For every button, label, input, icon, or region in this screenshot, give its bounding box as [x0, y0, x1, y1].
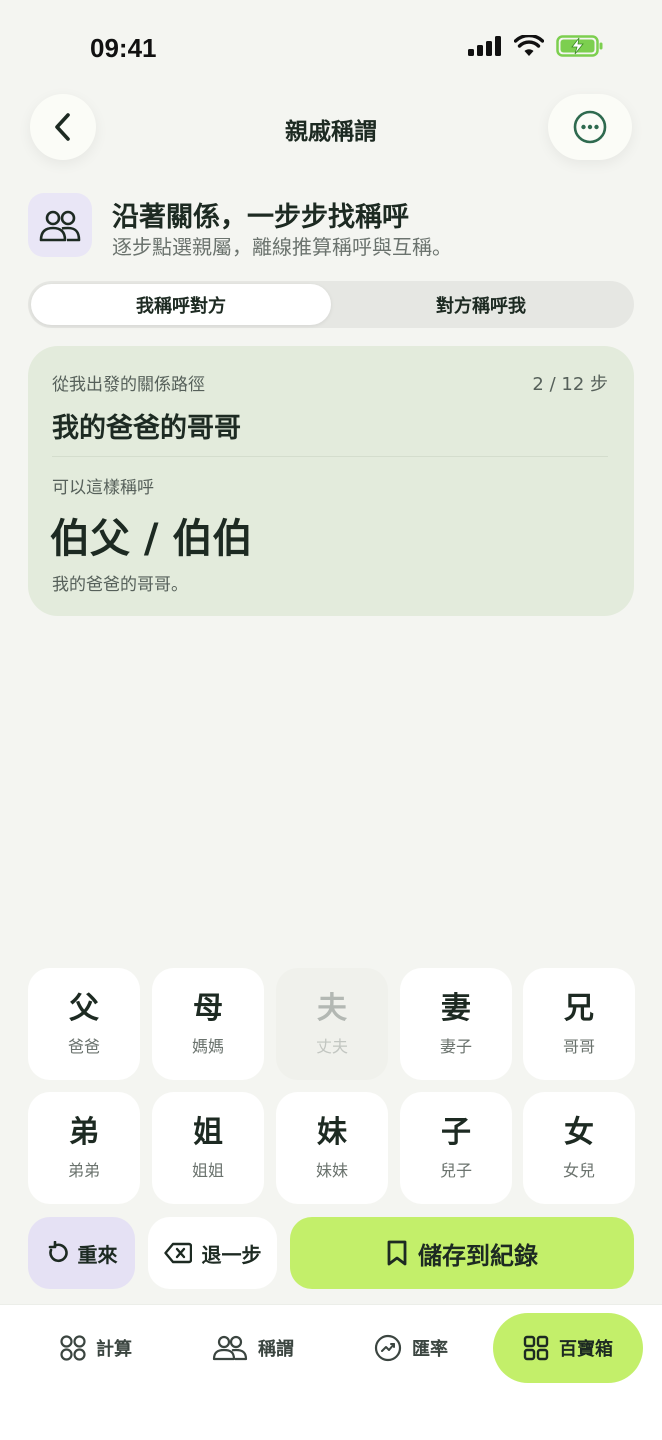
key-label: 爸爸 — [67, 1036, 100, 1056]
key-husband[interactable]: 夫 丈夫 — [276, 968, 388, 1080]
restart-icon — [48, 1241, 68, 1263]
relation-path: 我的爸爸的哥哥 — [52, 413, 241, 444]
grid-squares-icon — [523, 1335, 549, 1361]
segment-they-call-me[interactable]: 對方稱呼我 — [331, 284, 631, 325]
key-char: 姐 — [193, 1114, 223, 1150]
answer-note: 我的爸爸的哥哥。 — [52, 575, 188, 595]
key-younger-brother[interactable]: 弟 弟弟 — [28, 1092, 140, 1204]
status-time: 09:41 — [90, 33, 157, 63]
reset-button[interactable]: 重來 — [28, 1217, 135, 1289]
key-char: 兄 — [564, 990, 594, 1026]
tab-label: 匯率 — [412, 1339, 448, 1360]
key-label: 弟弟 — [67, 1160, 100, 1180]
intro-icon-box — [28, 193, 92, 257]
key-label: 姐姐 — [191, 1160, 224, 1180]
key-char: 弟 — [69, 1114, 99, 1150]
more-button[interactable] — [548, 94, 632, 160]
key-label: 媽媽 — [191, 1036, 224, 1056]
save-label: 儲存到紀錄 — [418, 1241, 538, 1270]
key-label: 丈夫 — [315, 1036, 348, 1056]
tab-kinship[interactable]: 稱謂 — [212, 1313, 294, 1383]
key-wife[interactable]: 妻 妻子 — [400, 968, 512, 1080]
key-label: 兒子 — [439, 1160, 472, 1180]
card-divider — [52, 456, 608, 457]
key-char: 夫 — [317, 990, 347, 1026]
people-icon — [212, 1335, 248, 1361]
path-label: 從我出發的關係路徑 — [52, 375, 205, 395]
save-to-history-button[interactable]: 儲存到紀錄 — [290, 1217, 634, 1289]
backspace-icon — [163, 1242, 192, 1264]
key-younger-sister[interactable]: 妹 妹妹 — [276, 1092, 388, 1204]
tab-label: 百寶箱 — [559, 1339, 613, 1360]
key-char: 父 — [69, 990, 99, 1026]
key-label: 女兒 — [562, 1160, 595, 1180]
tab-toolbox[interactable]: 百寶箱 — [493, 1313, 643, 1383]
segment-i-call-them[interactable]: 我稱呼對方 — [31, 284, 331, 325]
key-char: 子 — [441, 1114, 471, 1150]
currency-icon — [374, 1334, 402, 1362]
tab-exchange-rate[interactable]: 匯率 — [374, 1313, 448, 1383]
more-icon — [573, 110, 607, 144]
tab-calculate[interactable]: 計算 — [60, 1313, 132, 1383]
bookmark-icon — [387, 1240, 407, 1266]
key-char: 妻 — [441, 990, 471, 1026]
key-father[interactable]: 父 爸爸 — [28, 968, 140, 1080]
key-char: 妹 — [317, 1114, 347, 1150]
kinship-answer: 伯父 / 伯伯 — [50, 516, 253, 562]
wifi-icon — [514, 35, 544, 56]
people-icon — [39, 210, 81, 242]
key-elder-brother[interactable]: 兄 哥哥 — [523, 968, 635, 1080]
key-daughter[interactable]: 女 女兒 — [523, 1092, 635, 1204]
key-char: 女 — [564, 1114, 594, 1150]
key-label: 哥哥 — [562, 1036, 595, 1056]
key-label: 妻子 — [439, 1036, 472, 1056]
undo-label: 退一步 — [201, 1242, 262, 1267]
direction-segmented-control: 我稱呼對方 對方稱呼我 — [28, 281, 634, 328]
key-son[interactable]: 子 兒子 — [400, 1092, 512, 1204]
result-card: 從我出發的關係路徑 2 / 12 步 我的爸爸的哥哥 可以這樣稱呼 伯父 / 伯… — [28, 346, 634, 616]
answer-label: 可以這樣稱呼 — [52, 478, 154, 498]
intro-section: 沿著關係，一步步找稱呼 逐步點選親屬，離線推算稱呼與互稱。 — [28, 193, 638, 263]
intro-title: 沿著關係，一步步找稱呼 — [112, 202, 409, 233]
step-counter: 2 / 12 步 — [532, 374, 608, 395]
key-elder-sister[interactable]: 姐 姐姐 — [152, 1092, 264, 1204]
key-char: 母 — [193, 990, 223, 1026]
undo-button[interactable]: 退一步 — [148, 1217, 277, 1289]
tab-label: 稱謂 — [258, 1339, 294, 1360]
key-label: 妹妹 — [315, 1160, 348, 1180]
key-mother[interactable]: 母 媽媽 — [152, 968, 264, 1080]
status-icons — [468, 34, 604, 58]
status-bar: 09:41 — [0, 0, 662, 96]
signal-icon — [468, 36, 501, 56]
tab-bar: 計算 稱謂 匯率 百寶箱 — [0, 1304, 662, 1440]
intro-subtitle: 逐步點選親屬，離線推算稱呼與互稱。 — [112, 235, 452, 259]
tab-label: 計算 — [96, 1339, 132, 1360]
nav-bar: 親戚稱謂 — [0, 94, 662, 164]
grid-circles-icon — [60, 1335, 86, 1361]
reset-label: 重來 — [77, 1242, 118, 1267]
battery-icon — [556, 35, 603, 57]
